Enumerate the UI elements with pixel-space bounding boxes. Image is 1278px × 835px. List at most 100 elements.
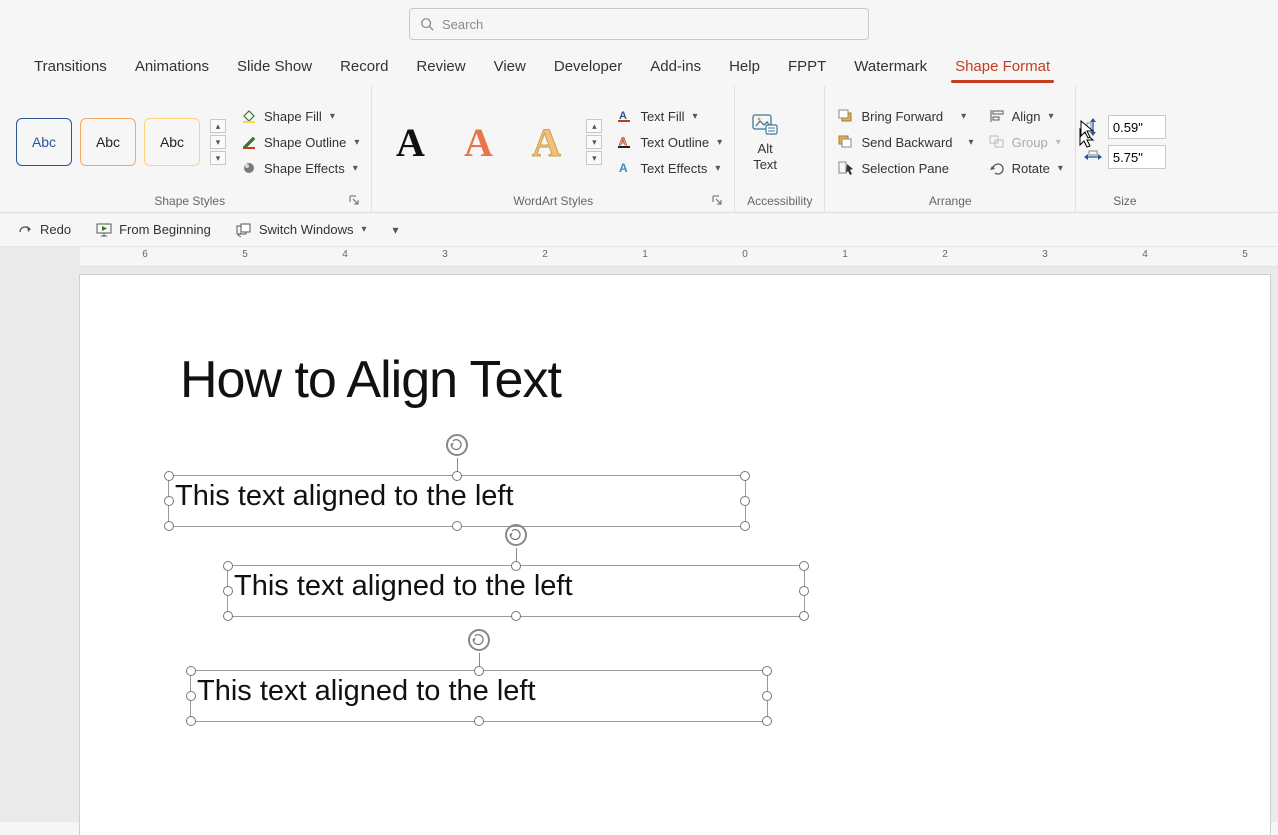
dialog-launcher-icon[interactable] — [349, 194, 359, 208]
shape-fill-label: Shape Fill — [264, 109, 322, 124]
ruler-number: 2 — [942, 249, 948, 260]
send-backward-button[interactable]: Send Backward ▾ — [833, 132, 977, 152]
slide-canvas[interactable]: How to Align Text This text aligned to t… — [80, 275, 1270, 835]
wordart-gallery[interactable]: A A A ▴ ▾ ▾ — [380, 114, 602, 170]
shape-effects-label: Shape Effects — [264, 161, 345, 176]
text-box-1[interactable]: This text aligned to the left — [168, 475, 746, 527]
shape-style-thumb[interactable]: Abc — [16, 118, 72, 166]
from-beginning-label: From Beginning — [119, 222, 211, 237]
horizontal-ruler[interactable]: 654321012345 — [80, 247, 1278, 267]
chevron-down-icon[interactable]: ▾ — [961, 111, 966, 122]
ruler-number: 6 — [142, 249, 148, 260]
shape-style-thumb[interactable]: Abc — [80, 118, 136, 166]
rotation-handle[interactable] — [446, 434, 468, 456]
text-effects-label: Text Effects — [640, 161, 707, 176]
tab-watermark[interactable]: Watermark — [840, 52, 941, 83]
shape-style-gallery[interactable]: Abc Abc Abc ▴ ▾ ▾ — [16, 118, 226, 166]
tab-slideshow[interactable]: Slide Show — [223, 52, 326, 83]
text-effects-icon: A — [616, 160, 634, 176]
text-outline-button[interactable]: A Text Outline▾ — [612, 132, 726, 152]
rotate-label: Rotate — [1012, 161, 1050, 176]
tab-transitions[interactable]: Transitions — [20, 52, 121, 83]
tab-addins[interactable]: Add-ins — [636, 52, 715, 83]
group-size: Size — [1076, 86, 1174, 212]
dialog-launcher-icon[interactable] — [712, 194, 722, 208]
width-input[interactable] — [1108, 145, 1166, 169]
ruler-number: 3 — [442, 249, 448, 260]
svg-text:A: A — [619, 161, 628, 175]
align-button[interactable]: Align▾ — [984, 106, 1067, 126]
gallery-scroll[interactable]: ▴ ▾ ▾ — [586, 119, 602, 165]
ruler-number: 1 — [642, 249, 648, 260]
group-label-size: Size — [1084, 192, 1166, 212]
wordart-thumb[interactable]: A — [448, 114, 508, 170]
wordart-thumb[interactable]: A — [380, 114, 440, 170]
alt-text-label: AltText — [753, 141, 777, 172]
width-icon — [1084, 149, 1102, 165]
gallery-more-icon[interactable]: ▾ — [586, 151, 602, 165]
alt-text-button[interactable]: AltText — [743, 107, 787, 176]
gallery-up-icon[interactable]: ▴ — [210, 119, 226, 133]
gallery-more-icon[interactable]: ▾ — [210, 151, 226, 165]
effects-icon — [240, 160, 258, 176]
height-input[interactable] — [1108, 115, 1166, 139]
tab-help[interactable]: Help — [715, 52, 774, 83]
search-box[interactable]: Search — [409, 8, 869, 40]
group-accessibility: AltText Accessibility — [735, 86, 825, 212]
text-outline-icon: A — [616, 134, 634, 150]
rotation-handle[interactable] — [468, 629, 490, 651]
tab-developer[interactable]: Developer — [540, 52, 636, 83]
tab-view[interactable]: View — [480, 52, 540, 83]
bring-forward-button[interactable]: Bring Forward ▾ — [833, 106, 977, 126]
switch-windows-button[interactable]: Switch Windows▾ — [229, 220, 373, 240]
selection-pane-button[interactable]: Selection Pane — [833, 158, 977, 178]
gallery-down-icon[interactable]: ▾ — [210, 135, 226, 149]
redo-label: Redo — [40, 222, 71, 237]
rotate-button[interactable]: Rotate ▾ — [984, 158, 1067, 178]
ruler-number: 4 — [342, 249, 348, 260]
text-effects-button[interactable]: A Text Effects ▾ — [612, 158, 726, 178]
group-shape-styles: Abc Abc Abc ▴ ▾ ▾ Shape Fill▾ — [0, 86, 372, 212]
chevron-down-icon: ▾ — [354, 137, 359, 148]
group-label-arrange: Arrange — [833, 192, 1066, 212]
selection-pane-icon — [837, 160, 855, 176]
pen-icon — [240, 134, 258, 150]
group-label-accessibility: Accessibility — [743, 192, 816, 212]
ruler-number: 0 — [742, 249, 748, 260]
tab-record[interactable]: Record — [326, 52, 402, 83]
tab-animations[interactable]: Animations — [121, 52, 223, 83]
shape-fill-button[interactable]: Shape Fill▾ — [236, 106, 363, 126]
rotation-handle[interactable] — [505, 524, 527, 546]
gallery-scroll[interactable]: ▴ ▾ ▾ — [210, 119, 226, 165]
from-beginning-button[interactable]: From Beginning — [89, 220, 217, 240]
shape-style-thumb[interactable]: Abc — [144, 118, 200, 166]
text-box-2[interactable]: This text aligned to the left — [227, 565, 805, 617]
shape-outline-button[interactable]: Shape Outline▾ — [236, 132, 363, 152]
tab-shape-format[interactable]: Shape Format — [941, 52, 1064, 83]
text-box-text: This text aligned to the left — [191, 671, 767, 712]
shape-effects-button[interactable]: Shape Effects▾ — [236, 158, 363, 178]
tab-review[interactable]: Review — [402, 52, 479, 83]
send-backward-icon — [837, 134, 855, 150]
ruler-number: 2 — [542, 249, 548, 260]
chevron-down-icon: ▾ — [715, 163, 720, 174]
chevron-down-icon: ▾ — [1058, 163, 1063, 174]
redo-button[interactable]: Redo — [10, 220, 77, 240]
wordart-thumb[interactable]: A — [516, 114, 576, 170]
chevron-down-icon[interactable]: ▾ — [969, 137, 974, 148]
text-box-3[interactable]: This text aligned to the left — [190, 670, 768, 722]
gallery-down-icon[interactable]: ▾ — [586, 135, 602, 149]
ruler-number: 5 — [1242, 249, 1248, 260]
gallery-up-icon[interactable]: ▴ — [586, 119, 602, 133]
switch-windows-label: Switch Windows — [259, 222, 354, 237]
chevron-down-icon: ▾ — [693, 111, 698, 122]
alt-text-icon — [751, 111, 779, 137]
slide-title[interactable]: How to Align Text — [180, 350, 561, 410]
ruler-number: 4 — [1142, 249, 1148, 260]
tab-fppt[interactable]: FPPT — [774, 52, 840, 83]
group-arrange: Bring Forward ▾ Send Backward ▾ Selectio… — [825, 86, 1075, 212]
group-button[interactable]: Group▾ — [984, 132, 1067, 152]
customize-qat-button[interactable]: ▾ — [385, 221, 405, 239]
search-icon — [420, 17, 434, 31]
text-fill-button[interactable]: A Text Fill▾ — [612, 106, 726, 126]
